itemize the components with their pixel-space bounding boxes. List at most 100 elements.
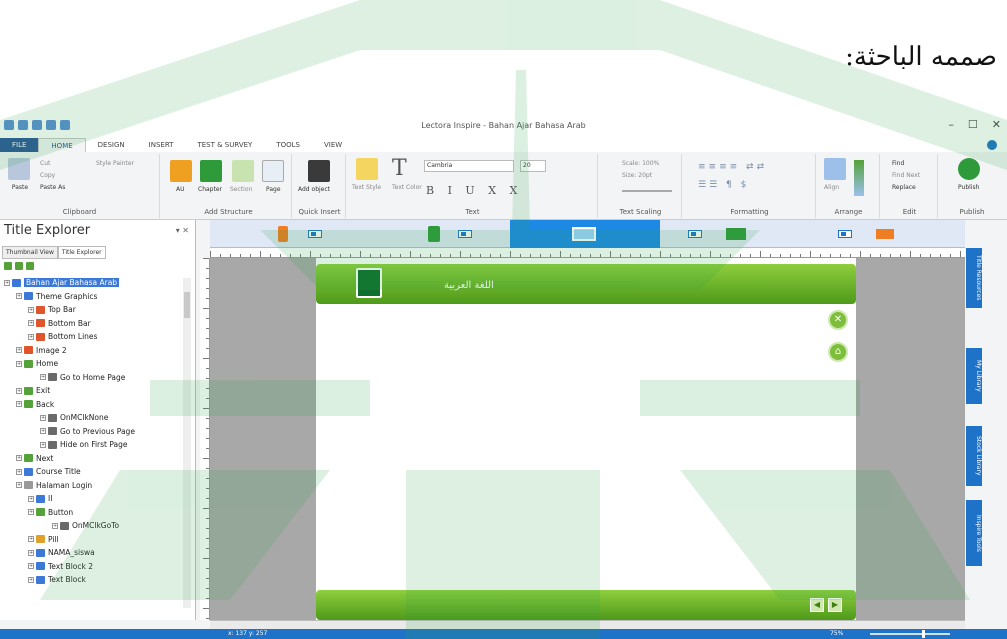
copy-button[interactable]: Copy: [40, 172, 55, 179]
expand-toggle-icon[interactable]: +: [40, 441, 46, 448]
tab-title-resources[interactable]: Title Resources: [966, 248, 982, 308]
expand-toggle-icon[interactable]: +: [16, 455, 22, 462]
page-button[interactable]: Page: [266, 186, 281, 193]
bottom-bar[interactable]: ◀ ▶: [316, 590, 856, 620]
tree-item[interactable]: + Back: [4, 398, 184, 412]
home-icon[interactable]: ⌂: [828, 342, 848, 362]
expand-toggle-icon[interactable]: +: [28, 536, 34, 543]
page-icon[interactable]: [262, 160, 284, 182]
maximize-button[interactable]: ☐: [968, 118, 978, 131]
exit-icon[interactable]: ✕: [828, 310, 848, 330]
expand-toggle-icon[interactable]: +: [16, 360, 22, 367]
arrange-icons[interactable]: [854, 160, 864, 196]
cut-button[interactable]: Cut: [40, 160, 50, 167]
tab-tools[interactable]: TOOLS: [264, 138, 312, 152]
tree-item[interactable]: + Bottom Lines: [4, 330, 184, 344]
tablet-landscape-icon[interactable]: [726, 228, 746, 240]
scale-slider[interactable]: [622, 190, 672, 192]
tree-item[interactable]: + Halaman Login: [4, 479, 184, 493]
expand-toggle-icon[interactable]: +: [16, 293, 22, 300]
text-style-button[interactable]: Text Style: [352, 184, 381, 191]
tree-item[interactable]: + OnMClkGoTo: [4, 519, 184, 533]
font-family-select[interactable]: Cambria: [424, 160, 514, 172]
text-style-icon[interactable]: [356, 158, 378, 180]
expand-toggle-icon[interactable]: +: [16, 468, 22, 475]
chapter-icon[interactable]: [200, 160, 222, 182]
expand-toggle-icon[interactable]: +: [4, 279, 10, 286]
orientation-toggle[interactable]: [688, 230, 702, 238]
expand-toggle-icon[interactable]: +: [28, 549, 34, 556]
expand-toggle-icon[interactable]: +: [16, 482, 22, 489]
tab-file[interactable]: FILE: [0, 138, 39, 152]
page-canvas[interactable]: اللغة العربية ✕ ⌂ ◀ ▶: [316, 258, 856, 620]
orientation-toggle[interactable]: [308, 230, 322, 238]
tree-item[interactable]: + Exit: [4, 384, 184, 398]
close-button[interactable]: ✕: [992, 118, 1001, 131]
find-button[interactable]: Find: [892, 160, 904, 167]
expand-toggle-icon[interactable]: +: [28, 495, 34, 502]
section-button[interactable]: Section: [230, 186, 252, 193]
style-painter-button[interactable]: Style Painter: [96, 160, 134, 167]
phone-portrait-icon[interactable]: [278, 226, 288, 242]
help-icon[interactable]: [987, 140, 997, 150]
tree-scrollbar[interactable]: [183, 278, 191, 608]
tree-item[interactable]: + Go to Home Page: [4, 371, 184, 385]
find-next-button[interactable]: Find Next: [892, 172, 920, 179]
tree-item[interactable]: + Go to Previous Page: [4, 425, 184, 439]
scroll-thumb[interactable]: [184, 292, 190, 318]
add-object-icon[interactable]: [308, 160, 330, 182]
tab-insert[interactable]: INSERT: [137, 138, 186, 152]
back-icon[interactable]: ◀: [810, 598, 824, 612]
expand-toggle-icon[interactable]: +: [28, 320, 34, 327]
align-icon[interactable]: [824, 158, 846, 180]
tree-item[interactable]: + Image 2: [4, 344, 184, 358]
tree-item[interactable]: + Bottom Bar: [4, 317, 184, 331]
publish-button[interactable]: Publish: [958, 184, 979, 191]
expand-icon[interactable]: [4, 262, 12, 270]
tab-stock-library[interactable]: Stock Library: [966, 426, 982, 486]
paste-button[interactable]: Paste: [0, 184, 40, 191]
tree-item[interactable]: + II: [4, 492, 184, 506]
list-icons[interactable]: ☰☰ ¶ $: [698, 180, 749, 190]
sort-icon[interactable]: [26, 262, 34, 270]
tab-title-explorer[interactable]: Title Explorer: [57, 246, 106, 259]
tree-item[interactable]: + Text Block: [4, 573, 184, 587]
tree-item[interactable]: + Hide on First Page: [4, 438, 184, 452]
paste-as-button[interactable]: Paste As: [40, 184, 65, 191]
collapse-icon[interactable]: [15, 262, 23, 270]
phone-landscape-icon[interactable]: [876, 229, 894, 239]
text-color-icon[interactable]: T: [392, 156, 407, 181]
tab-inspire-tools[interactable]: Inspire Tools: [966, 500, 982, 566]
expand-toggle-icon[interactable]: +: [28, 563, 34, 570]
expand-toggle-icon[interactable]: +: [40, 414, 46, 421]
next-icon[interactable]: ▶: [828, 598, 842, 612]
tab-design[interactable]: DESIGN: [86, 138, 137, 152]
replace-button[interactable]: Replace: [892, 184, 916, 191]
tree-item[interactable]: + Top Bar: [4, 303, 184, 317]
align-button[interactable]: Align: [824, 184, 839, 191]
tab-thumbnail-view[interactable]: Thumbnail View: [2, 246, 58, 259]
section-icon[interactable]: [232, 160, 254, 182]
format-buttons[interactable]: B I U X X: [426, 184, 522, 197]
font-size-select[interactable]: 20: [520, 160, 546, 172]
tab-home[interactable]: HOME: [38, 138, 86, 152]
tree-item[interactable]: + Text Block 2: [4, 560, 184, 574]
tab-test-survey[interactable]: TEST & SURVEY: [185, 138, 264, 152]
publish-icon[interactable]: [958, 158, 980, 180]
tree-item[interactable]: + Pill: [4, 533, 184, 547]
tree-item[interactable]: + Button: [4, 506, 184, 520]
tree-item[interactable]: + Bahan Ajar Bahasa Arab: [4, 276, 184, 290]
tablet-portrait-icon[interactable]: [428, 226, 440, 242]
expand-toggle-icon[interactable]: +: [28, 333, 34, 340]
minimize-button[interactable]: –: [948, 118, 954, 131]
orientation-toggle[interactable]: [458, 230, 472, 238]
tree-item[interactable]: + Home: [4, 357, 184, 371]
tab-view[interactable]: VIEW: [312, 138, 354, 152]
tree-item[interactable]: + Next: [4, 452, 184, 466]
tab-my-library[interactable]: My Library: [966, 348, 982, 404]
expand-toggle-icon[interactable]: +: [16, 401, 22, 408]
tree-item[interactable]: + OnMClkNone: [4, 411, 184, 425]
pin-icon[interactable]: ▾ ✕: [176, 226, 189, 235]
chapter-button[interactable]: Chapter: [198, 186, 222, 193]
expand-toggle-icon[interactable]: +: [28, 509, 34, 516]
